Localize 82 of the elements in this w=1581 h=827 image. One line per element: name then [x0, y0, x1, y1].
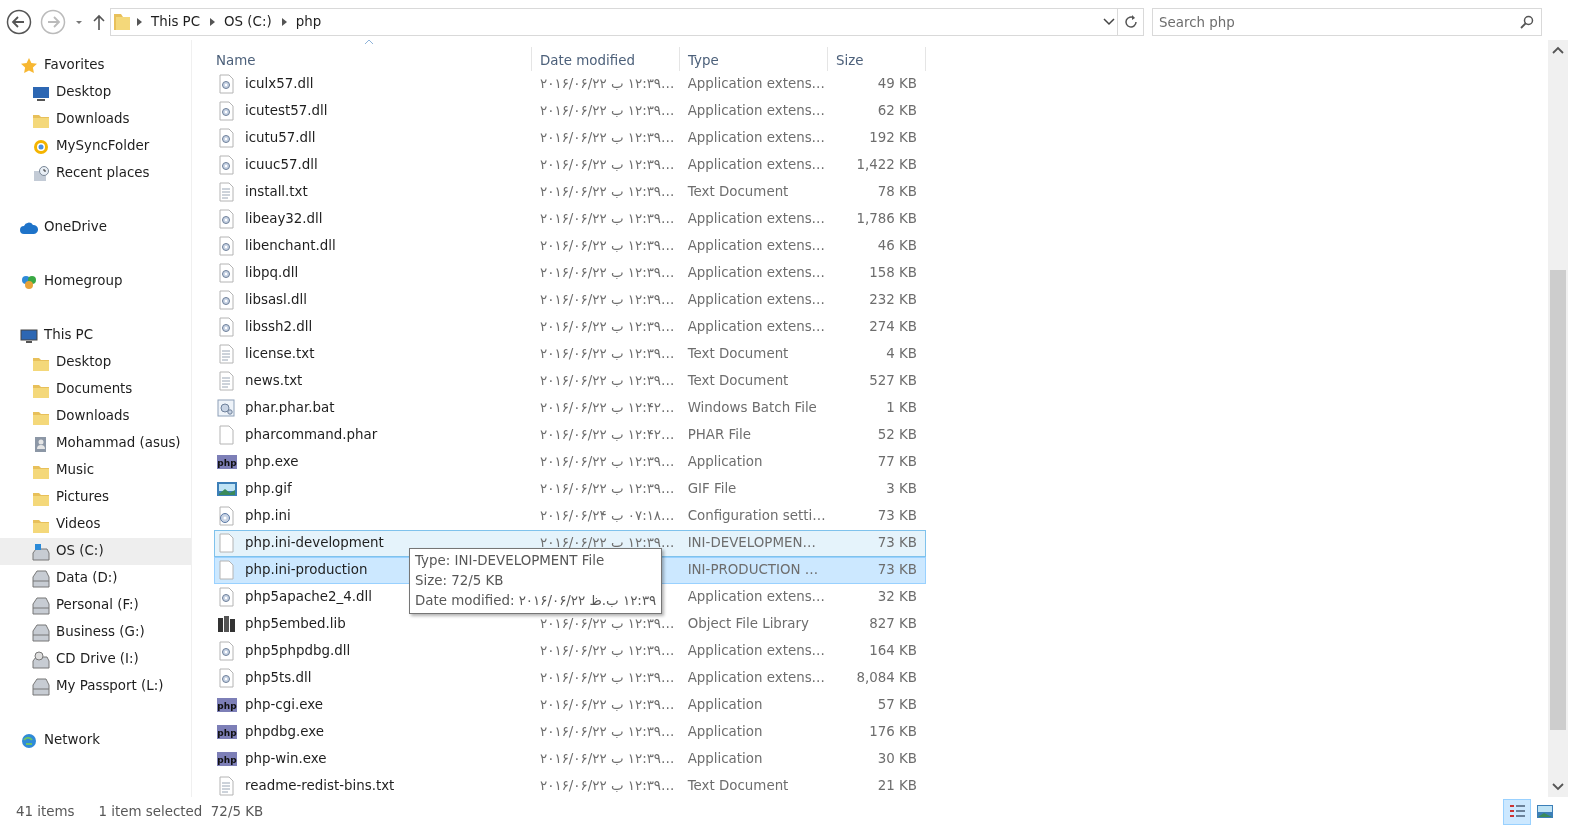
file-size: 52 KB — [877, 427, 917, 443]
date-modified: ۲۰۱۶/۰۶/۲۲ ب ۱۲:۳۹… — [540, 211, 675, 227]
file-size: 73 KB — [877, 535, 917, 551]
file-type: Application extens… — [687, 265, 825, 281]
file-size: 57 KB — [877, 697, 917, 713]
file-type: INI-PRODUCTION … — [687, 562, 819, 578]
file-size: 1 KB — [886, 400, 917, 416]
tooltip-line: Date modified: ۲۰۱۶/۰۶/۲۲ ظ.ب ۱۲:۳۹ — [415, 592, 657, 610]
file-size: 49 KB — [877, 76, 917, 92]
file-size: 1,786 KB — [856, 211, 917, 227]
date-modified: ۲۰۱۶/۰۶/۲۲ ب ۱۲:۳۹… — [540, 130, 675, 146]
file-type: Application extens… — [687, 643, 825, 659]
date-modified: ۲۰۱۶/۰۶/۲۲ ب ۱۲:۳۹… — [540, 346, 675, 362]
file-type: Text Document — [687, 778, 789, 794]
file-size: 8,084 KB — [856, 670, 917, 686]
file-size: 62 KB — [877, 103, 917, 119]
file-type: Configuration setti… — [687, 508, 826, 524]
date-modified: ۲۰۱۶/۰۶/۲۲ ب ۱۲:۳۹… — [540, 616, 675, 632]
file-type: Application extens… — [687, 670, 825, 686]
date-modified: ۲۰۱۶/۰۶/۲۲ ب ۱۲:۳۹… — [540, 373, 675, 389]
file-type: Application — [687, 454, 763, 470]
file-size: 73 KB — [877, 508, 917, 524]
file-type: Application extens… — [687, 76, 825, 92]
date-modified: ۲۰۱۶/۰۶/۲۲ ب ۱۲:۳۹… — [540, 238, 675, 254]
file-size: 827 KB — [869, 616, 917, 632]
file-type: INI-DEVELOPMEN… — [687, 535, 816, 551]
date-modified: ۲۰۱۶/۰۶/۲۲ ب ۱۲:۳۹… — [540, 751, 675, 767]
file-size: 158 KB — [869, 265, 917, 281]
date-modified: ۲۰۱۶/۰۶/۲۲ ب ۱۲:۳۹… — [540, 643, 675, 659]
selection-info: 1 item selected 72/5 KB — [98, 802, 264, 821]
file-size: 3 KB — [886, 481, 917, 497]
date-modified: ۲۰۱۶/۰۶/۲۲ ب ۱۲:۳۹… — [540, 481, 675, 497]
date-modified: ۲۰۱۶/۰۶/۲۲ ب ۱۲:۳۹… — [540, 670, 675, 686]
file-type: Application extens… — [687, 130, 825, 146]
file-type: Application — [687, 697, 763, 713]
file-size: 78 KB — [877, 184, 917, 200]
file-type: Application extens… — [687, 103, 825, 119]
file-type: Application extens… — [687, 211, 825, 227]
file-type: Text Document — [687, 373, 789, 389]
file-type: Text Document — [687, 346, 789, 362]
date-modified: ۲۰۱۶/۰۶/۲۲ ب ۱۲:۳۹… — [540, 778, 675, 794]
date-modified: ۲۰۱۶/۰۶/۲۲ ب ۱۲:۳۹… — [540, 697, 675, 713]
file-size: 4 KB — [886, 346, 917, 362]
date-modified: ۲۰۱۶/۰۶/۲۲ ب ۱۲:۳۹… — [540, 184, 675, 200]
file-size: 21 KB — [877, 778, 917, 794]
file-type: Text Document — [687, 184, 789, 200]
date-modified: ۲۰۱۶/۰۶/۲۲ ب ۱۲:۳۹… — [540, 724, 675, 740]
file-type: Object File Library — [687, 616, 809, 632]
file-type: PHAR File — [687, 427, 751, 443]
file-type: Application — [687, 751, 763, 767]
file-size: 164 KB — [869, 643, 917, 659]
date-modified: ۲۰۱۶/۰۶/۲۲ ب ۱۲:۳۹… — [540, 103, 675, 119]
file-size: 73 KB — [877, 562, 917, 578]
file-type: Windows Batch File — [687, 400, 817, 416]
file-type: Application extens… — [687, 157, 825, 173]
date-modified: ۲۰۱۶/۰۶/۲۴ ب ۰۷:۱۸… — [540, 508, 675, 524]
date-modified: ۲۰۱۶/۰۶/۲۲ ب ۱۲:۳۹… — [540, 292, 675, 308]
date-modified: ۲۰۱۶/۰۶/۲۲ ب ۱۲:۴۲… — [540, 400, 675, 416]
file-size: 32 KB — [877, 589, 917, 605]
file-type: GIF File — [687, 481, 737, 497]
item-count: 41 items — [16, 802, 75, 821]
file-size: 30 KB — [877, 751, 917, 767]
file-type: Application extens… — [687, 319, 825, 335]
date-modified: ۲۰۱۶/۰۶/۲۲ ب ۱۲:۴۲… — [540, 427, 675, 443]
file-type: Application extens… — [687, 589, 825, 605]
date-modified: ۲۰۱۶/۰۶/۲۲ ب ۱۲:۳۹… — [540, 76, 675, 92]
file-size: 77 KB — [877, 454, 917, 470]
file-size: 274 KB — [869, 319, 917, 335]
file-type: Application extens… — [687, 292, 825, 308]
date-modified: ۲۰۱۶/۰۶/۲۲ ب ۱۲:۳۹… — [540, 265, 675, 281]
file-size: 192 KB — [869, 130, 917, 146]
file-size: 527 KB — [869, 373, 917, 389]
date-modified: ۲۰۱۶/۰۶/۲۲ ب ۱۲:۳۹… — [540, 454, 675, 470]
file-type: Application extens… — [687, 238, 825, 254]
tooltip-line: Size: 72/5 KB — [415, 572, 505, 590]
file-size: 1,422 KB — [856, 157, 917, 173]
file-size: 46 KB — [877, 238, 917, 254]
date-modified: ۲۰۱۶/۰۶/۲۲ ب ۱۲:۳۹… — [540, 157, 675, 173]
date-modified: ۲۰۱۶/۰۶/۲۲ ب ۱۲:۳۹… — [540, 319, 675, 335]
file-size: 176 KB — [869, 724, 917, 740]
file-type: Application — [687, 724, 763, 740]
file-size: 232 KB — [869, 292, 917, 308]
